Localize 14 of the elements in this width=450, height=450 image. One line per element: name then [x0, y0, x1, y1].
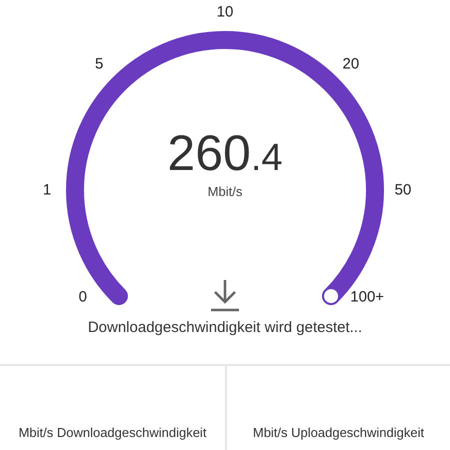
result-label: Mbit/s Downloadgeschwindigkeit	[18, 425, 206, 440]
download-icon	[210, 278, 240, 312]
gauge-tick-label: 20	[342, 56, 360, 73]
gauge-thumb	[322, 287, 340, 306]
gauge-tick-label: 5	[94, 56, 104, 73]
gauge-tick-label: 50	[394, 182, 412, 198]
gauge-tick-label: 100+	[350, 288, 384, 306]
status-text: Downloadgeschwindigkeit wird getestet...	[86, 318, 364, 338]
gauge-tick-label: 0	[78, 288, 87, 306]
gauge-tick-label: 1	[42, 182, 52, 198]
gauge-tick-label: 10	[216, 4, 234, 20]
speed-value: 260.4	[167, 128, 283, 178]
result-label: Mbit/s Uploadgeschwindigkeit	[252, 425, 424, 440]
speed-unit: Mbit/s	[208, 184, 242, 199]
